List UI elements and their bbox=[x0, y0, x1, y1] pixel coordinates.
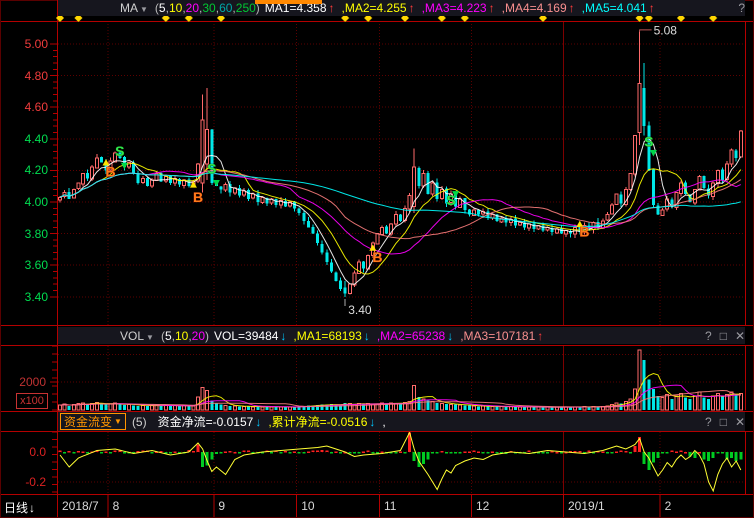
moneyflow-value: 资金净流=-0.0157 bbox=[158, 415, 254, 429]
up-arrow-icon: ↑ bbox=[537, 329, 543, 343]
main-chart-header: MA▼ (5,10,20,30,60,250) MA1=4.358↑,MA2=4… bbox=[58, 0, 745, 16]
vol-values: VOL=39484↓,MA1=68193↓,MA2=65238↓,MA3=107… bbox=[209, 329, 545, 343]
down-arrow-icon: ↓ bbox=[447, 329, 453, 343]
vol-value: VOL=39484 bbox=[214, 329, 278, 343]
ma-params: (5,10,20,30,60,250) bbox=[155, 1, 260, 15]
volume-unit-label: x100 bbox=[16, 393, 48, 409]
ma-param: 20 bbox=[186, 1, 199, 15]
down-arrow-icon: ↓ bbox=[369, 415, 375, 429]
down-arrow-icon: ↓ bbox=[364, 329, 370, 343]
high-price-annotation: 5.08 bbox=[654, 23, 678, 37]
month-label: 12 bbox=[476, 499, 489, 513]
vol-param: 10 bbox=[175, 329, 188, 343]
price-tick-label: 4.00 bbox=[2, 195, 48, 209]
ma-param: 60 bbox=[219, 1, 232, 15]
moneyflow-param: (5) bbox=[132, 415, 147, 429]
buy-signal-marker: B bbox=[579, 224, 589, 240]
month-label: 10 bbox=[301, 499, 314, 513]
top-scroll-indicator[interactable] bbox=[255, 0, 322, 4]
flow-tick-label: -0.2 bbox=[0, 475, 46, 489]
sell-signal-marker: S bbox=[207, 160, 216, 176]
ma-param: 250 bbox=[236, 1, 256, 15]
moneyflow-indicator-dropdown[interactable]: 资金流变▼ bbox=[60, 413, 126, 430]
buy-signal-marker: B bbox=[372, 249, 382, 265]
help-button[interactable]: ? bbox=[738, 1, 745, 15]
sell-signal-marker: S bbox=[446, 192, 455, 208]
ma-value: ,MA2=4.255 bbox=[342, 1, 407, 15]
up-arrow-icon: ↑ bbox=[489, 1, 495, 15]
month-label: 11 bbox=[384, 499, 396, 513]
vol-params: (5,10,20) bbox=[161, 329, 209, 343]
month-label: 9 bbox=[218, 499, 225, 513]
down-arrow-icon: ↓ bbox=[255, 415, 261, 429]
volume-panel-header: VOL▼ (5,10,20) VOL=39484↓,MA1=68193↓,MA2… bbox=[58, 327, 745, 344]
price-tick-label: 4.60 bbox=[2, 100, 48, 114]
volume-tick-label: 2000 bbox=[0, 375, 46, 389]
close-button[interactable]: ✕ bbox=[735, 415, 745, 429]
sell-signal-marker: S bbox=[644, 134, 653, 150]
moneyflow-value: ,累计净流=-0.0516 bbox=[268, 415, 367, 429]
up-arrow-icon: ↑ bbox=[569, 1, 575, 15]
buy-signal-marker: B bbox=[106, 164, 116, 180]
ma-value: ,MA3=4.223 bbox=[422, 1, 487, 15]
maximize-button[interactable]: □ bbox=[720, 415, 727, 429]
vol-param: 20 bbox=[192, 329, 205, 343]
ma-indicator-dropdown[interactable]: MA▼ bbox=[120, 1, 148, 15]
up-arrow-icon: ↑ bbox=[649, 1, 655, 15]
moneyflow-values: 资金净流=-0.0157↓,累计净流=-0.0516↓, bbox=[153, 413, 386, 430]
main-header-controls: ? bbox=[730, 1, 745, 15]
vol-value: ,MA1=68193 bbox=[293, 329, 361, 343]
low-price-annotation: 3.40 bbox=[348, 303, 372, 317]
chevron-down-icon: ▼ bbox=[140, 5, 148, 14]
down-arrow-icon: ↓ bbox=[280, 329, 286, 343]
month-label: 2 bbox=[665, 499, 672, 513]
moneyflow-indicator-label: 资金流变 bbox=[64, 413, 112, 430]
time-axis-bar: 日线↓ 2018/7 8 9 10 11 12 2019/1 2 bbox=[0, 495, 754, 517]
ma-value: ,MA4=4.169 bbox=[502, 1, 567, 15]
sell-signal-marker: S bbox=[115, 143, 124, 159]
help-button[interactable]: ? bbox=[705, 329, 712, 343]
vol-indicator-label: VOL bbox=[120, 329, 144, 343]
flow-tick-label: 0.0 bbox=[0, 445, 46, 459]
vol-value: ,MA3=107181 bbox=[460, 329, 535, 343]
month-label: 8 bbox=[113, 499, 120, 513]
help-button[interactable]: ? bbox=[705, 415, 712, 429]
buy-signal-marker: B bbox=[193, 189, 203, 205]
up-arrow-icon: ↑ bbox=[329, 1, 335, 15]
close-button[interactable]: ✕ bbox=[735, 329, 745, 343]
vol-indicator-dropdown[interactable]: VOL▼ bbox=[120, 329, 154, 343]
ma-param: 10 bbox=[169, 1, 182, 15]
price-tick-label: 5.00 bbox=[2, 37, 48, 51]
down-arrow-icon: ↓ bbox=[29, 501, 35, 515]
ma-param: 5 bbox=[159, 1, 166, 15]
chart-canvas: BSBSBSBS5.083.40 bbox=[0, 0, 754, 518]
ma-indicator-label: MA bbox=[120, 1, 138, 15]
ma-value: ,MA5=4.041 bbox=[582, 1, 647, 15]
price-tick-label: 4.20 bbox=[2, 163, 48, 177]
moneyflow-value: , bbox=[382, 415, 385, 429]
flow-header-controls: ? □ ✕ bbox=[697, 415, 745, 429]
stock-chart-window: BSBSBSBS5.083.40 MA▼ (5,10,20,30,60,250)… bbox=[0, 0, 754, 518]
price-tick-label: 4.40 bbox=[2, 132, 48, 146]
price-tick-label: 3.60 bbox=[2, 258, 48, 272]
price-tick-label: 3.80 bbox=[2, 227, 48, 241]
maximize-button[interactable]: □ bbox=[720, 329, 727, 343]
period-selector[interactable]: 日线↓ bbox=[4, 499, 35, 516]
month-label: 2019/1 bbox=[568, 499, 605, 513]
vol-param: 5 bbox=[165, 329, 172, 343]
chevron-down-icon: ▼ bbox=[114, 417, 122, 426]
price-tick-label: 4.80 bbox=[2, 69, 48, 83]
period-label: 日线 bbox=[4, 501, 28, 515]
moneyflow-panel-header: 资金流变▼ (5) 资金净流=-0.0157↓,累计净流=-0.0516↓, ?… bbox=[58, 412, 745, 431]
vol-value: ,MA2=65238 bbox=[377, 329, 445, 343]
chevron-down-icon: ▼ bbox=[146, 333, 154, 342]
month-label: 2018/7 bbox=[62, 499, 99, 513]
price-tick-label: 3.40 bbox=[2, 290, 48, 304]
up-arrow-icon: ↑ bbox=[409, 1, 415, 15]
vol-header-controls: ? □ ✕ bbox=[697, 329, 745, 343]
ma-param: 30 bbox=[202, 1, 215, 15]
